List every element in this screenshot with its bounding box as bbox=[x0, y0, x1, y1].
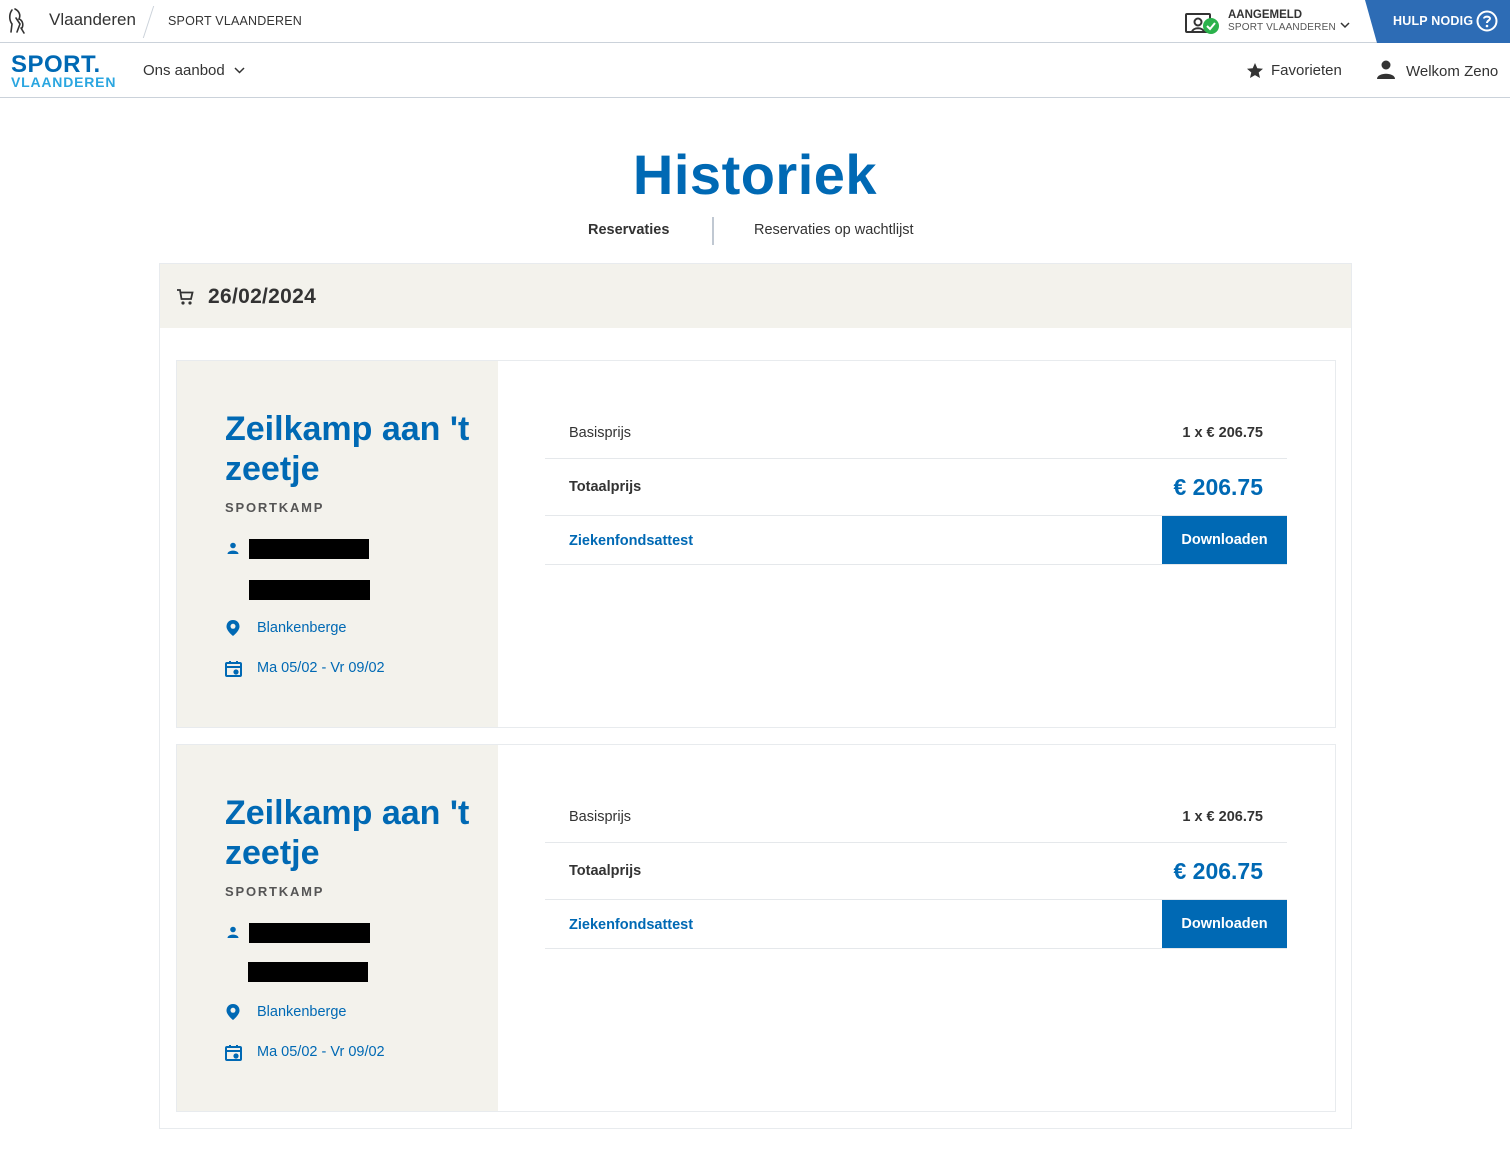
calendar-icon bbox=[225, 1045, 242, 1061]
reservation-location: Blankenberge bbox=[257, 620, 347, 636]
cart-icon bbox=[177, 289, 194, 305]
redacted-participant-name bbox=[249, 923, 370, 943]
attest-link[interactable]: Ziekenfondsattest bbox=[569, 917, 693, 933]
chevron-down-icon[interactable] bbox=[234, 65, 245, 76]
chevron-down-icon bbox=[1340, 22, 1350, 29]
flemish-lion-icon bbox=[8, 8, 25, 34]
price-row-basis: Basisprijs 1 x € 206.75 bbox=[545, 793, 1287, 843]
help-circle-icon bbox=[1476, 10, 1498, 32]
download-button[interactable]: Downloaden bbox=[1162, 516, 1287, 564]
order-header: 26/02/2024 bbox=[160, 264, 1351, 328]
reservation-type: SPORTKAMP bbox=[225, 884, 325, 899]
page-title: Historiek bbox=[632, 143, 878, 206]
header-divider bbox=[142, 6, 155, 38]
reservation-info-panel: Zeilkamp aan 't zeetje SPORTKAMP Blanken… bbox=[177, 361, 498, 727]
base-price-value: 1 x € 206.75 bbox=[1182, 809, 1263, 825]
reservation-dates: Ma 05/02 - Vr 09/02 bbox=[257, 660, 385, 676]
reservation-card: Zeilkamp aan 't zeetje SPORTKAMP Blanken… bbox=[176, 360, 1336, 728]
favorites-link[interactable]: Favorieten bbox=[1271, 62, 1342, 79]
user-icon[interactable] bbox=[1377, 60, 1395, 80]
reservation-location: Blankenberge bbox=[257, 1004, 347, 1020]
welcome-user-link[interactable]: Welkom Zeno bbox=[1406, 63, 1498, 80]
global-header: Vlaanderen SPORT VLAANDEREN AANGEMELD SP… bbox=[0, 0, 1510, 43]
account-check-icon bbox=[1185, 13, 1219, 34]
price-row-basis: Basisprijs 1 x € 206.75 bbox=[545, 409, 1287, 459]
base-price-label: Basisprijs bbox=[569, 425, 632, 441]
price-row-total: Totaalprijs € 206.75 bbox=[545, 459, 1287, 516]
reservation-title[interactable]: Zeilkamp aan 't zeetje bbox=[225, 793, 485, 873]
download-button[interactable]: Downloaden bbox=[1162, 900, 1287, 948]
total-price-value: € 206.75 bbox=[1173, 858, 1263, 884]
user-icon bbox=[227, 926, 239, 938]
user-icon bbox=[227, 542, 239, 554]
total-price-value: € 206.75 bbox=[1173, 474, 1263, 500]
help-label: HULP NODIG bbox=[1393, 14, 1474, 28]
reservation-title[interactable]: Zeilkamp aan 't zeetje bbox=[225, 409, 485, 489]
tab-divider bbox=[712, 217, 714, 245]
pin-icon bbox=[226, 1004, 240, 1020]
total-price-label: Totaalprijs bbox=[569, 479, 642, 495]
tab-wachtlijst[interactable]: Reservaties op wachtlijst bbox=[754, 222, 914, 238]
org-name[interactable]: SPORT VLAANDEREN bbox=[168, 14, 302, 28]
reservation-dates: Ma 05/02 - Vr 09/02 bbox=[257, 1044, 385, 1060]
menu-ons-aanbod[interactable]: Ons aanbod bbox=[143, 62, 225, 79]
tab-reservaties[interactable]: Reservaties bbox=[588, 222, 669, 238]
redacted-participant-name bbox=[249, 539, 369, 559]
reservation-card: Zeilkamp aan 't zeetje SPORTKAMP Blanken… bbox=[176, 744, 1336, 1112]
reservation-type: SPORTKAMP bbox=[225, 500, 325, 515]
base-price-value: 1 x € 206.75 bbox=[1182, 425, 1263, 441]
attest-row: Ziekenfondsattest Downloaden bbox=[545, 900, 1287, 949]
total-price-label: Totaalprijs bbox=[569, 863, 642, 879]
star-icon[interactable] bbox=[1246, 62, 1264, 80]
account-menu[interactable]: AANGEMELD SPORT VLAANDEREN bbox=[1185, 6, 1365, 38]
account-status: AANGEMELD bbox=[1228, 9, 1303, 21]
redacted-participant-detail bbox=[248, 962, 368, 982]
attest-link[interactable]: Ziekenfondsattest bbox=[569, 533, 693, 549]
order-block: 26/02/2024 Zeilkamp aan 't zeetje SPORTK… bbox=[159, 263, 1352, 1129]
reservation-info-panel: Zeilkamp aan 't zeetje SPORTKAMP Blanken… bbox=[177, 745, 498, 1111]
order-date: 26/02/2024 bbox=[208, 285, 317, 308]
site-logo-vlaanderen[interactable]: VLAANDEREN bbox=[11, 74, 116, 90]
account-org: SPORT VLAANDEREN bbox=[1228, 22, 1336, 33]
price-row-total: Totaalprijs € 206.75 bbox=[545, 843, 1287, 900]
brand-name[interactable]: Vlaanderen bbox=[49, 10, 136, 30]
redacted-participant-detail bbox=[249, 580, 370, 600]
pin-icon bbox=[226, 620, 240, 636]
help-button[interactable]: HULP NODIG bbox=[1365, 0, 1510, 43]
base-price-label: Basisprijs bbox=[569, 809, 632, 825]
attest-row: Ziekenfondsattest Downloaden bbox=[545, 516, 1287, 565]
calendar-icon bbox=[225, 661, 242, 677]
site-navigation: SPORT. VLAANDEREN Ons aanbod Favorieten … bbox=[0, 43, 1510, 98]
